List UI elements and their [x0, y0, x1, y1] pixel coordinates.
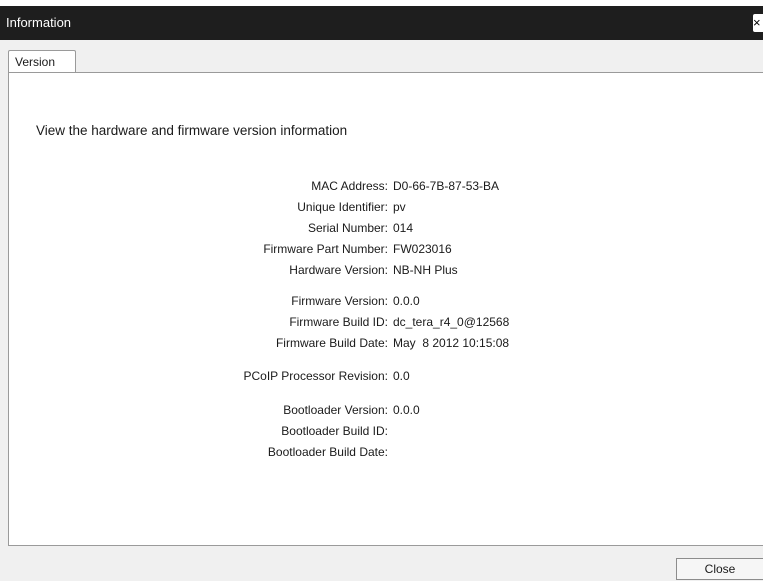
hardware-version-value: NB-NH Plus — [393, 263, 458, 277]
firmware-build-id-label: Firmware Build ID: — [289, 315, 388, 329]
version-panel: View the hardware and firmware version i… — [8, 72, 763, 546]
mac-address-value: D0-66-7B-87-53-BA — [393, 179, 500, 193]
firmware-build-date-value: May 8 2012 10:15:08 — [393, 336, 510, 350]
unique-identifier-label: Unique Identifier: — [297, 200, 388, 214]
serial-number-label: Serial Number: — [307, 221, 388, 235]
firmware-build-id-row: Firmware Build ID: dc_tera_r4_0@12568 — [9, 315, 763, 333]
tab-bar: Version — [8, 50, 763, 74]
tab-version[interactable]: Version — [8, 50, 76, 73]
firmware-part-number-value: FW023016 — [393, 242, 452, 256]
title-bar: Information × — [0, 6, 763, 40]
close-icon[interactable]: × — [753, 14, 763, 32]
mac-address-row: MAC Address: D0-66-7B-87-53-BA — [9, 179, 763, 197]
firmware-version-label: Firmware Version: — [291, 294, 388, 308]
bootloader-version-value: 0.0.0 — [393, 403, 420, 417]
information-dialog: Information × Version View the hardware … — [0, 0, 763, 581]
pcoip-processor-revision-label: PCoIP Processor Revision: — [243, 369, 388, 383]
firmware-build-id-value: dc_tera_r4_0@12568 — [393, 315, 510, 329]
panel-heading: View the hardware and firmware version i… — [36, 123, 348, 138]
firmware-part-number-row: Firmware Part Number: FW023016 — [9, 242, 763, 260]
firmware-part-number-label: Firmware Part Number: — [263, 242, 388, 256]
hardware-version-row: Hardware Version: NB-NH Plus — [9, 263, 763, 281]
firmware-version-row: Firmware Version: 0.0.0 — [9, 294, 763, 312]
unique-identifier-value: pv — [393, 200, 406, 214]
firmware-build-date-row: Firmware Build Date: May 8 2012 10:15:08 — [9, 336, 763, 354]
unique-identifier-row: Unique Identifier: pv — [9, 200, 763, 218]
dialog-footer: Close — [0, 546, 763, 581]
mac-address-label: MAC Address: — [311, 179, 388, 193]
serial-number-value: 014 — [393, 221, 414, 235]
hardware-version-label: Hardware Version: — [289, 263, 388, 277]
bootloader-build-date-row: Bootloader Build Date: — [9, 445, 763, 463]
firmware-build-date-label: Firmware Build Date: — [275, 336, 388, 350]
firmware-version-value: 0.0.0 — [393, 294, 420, 308]
bootloader-version-row: Bootloader Version: 0.0.0 — [9, 403, 763, 421]
pcoip-processor-revision-row: PCoIP Processor Revision: 0.0 — [9, 369, 763, 387]
bootloader-version-label: Bootloader Version: — [283, 403, 388, 417]
bootloader-build-id-label: Bootloader Build ID: — [281, 424, 388, 438]
bootloader-build-date-label: Bootloader Build Date: — [267, 445, 388, 459]
window-title: Information — [6, 15, 72, 30]
pcoip-processor-revision-value: 0.0 — [393, 369, 410, 383]
serial-number-row: Serial Number: 014 — [9, 221, 763, 239]
close-button[interactable]: Close — [676, 558, 763, 580]
bootloader-build-id-row: Bootloader Build ID: — [9, 424, 763, 442]
